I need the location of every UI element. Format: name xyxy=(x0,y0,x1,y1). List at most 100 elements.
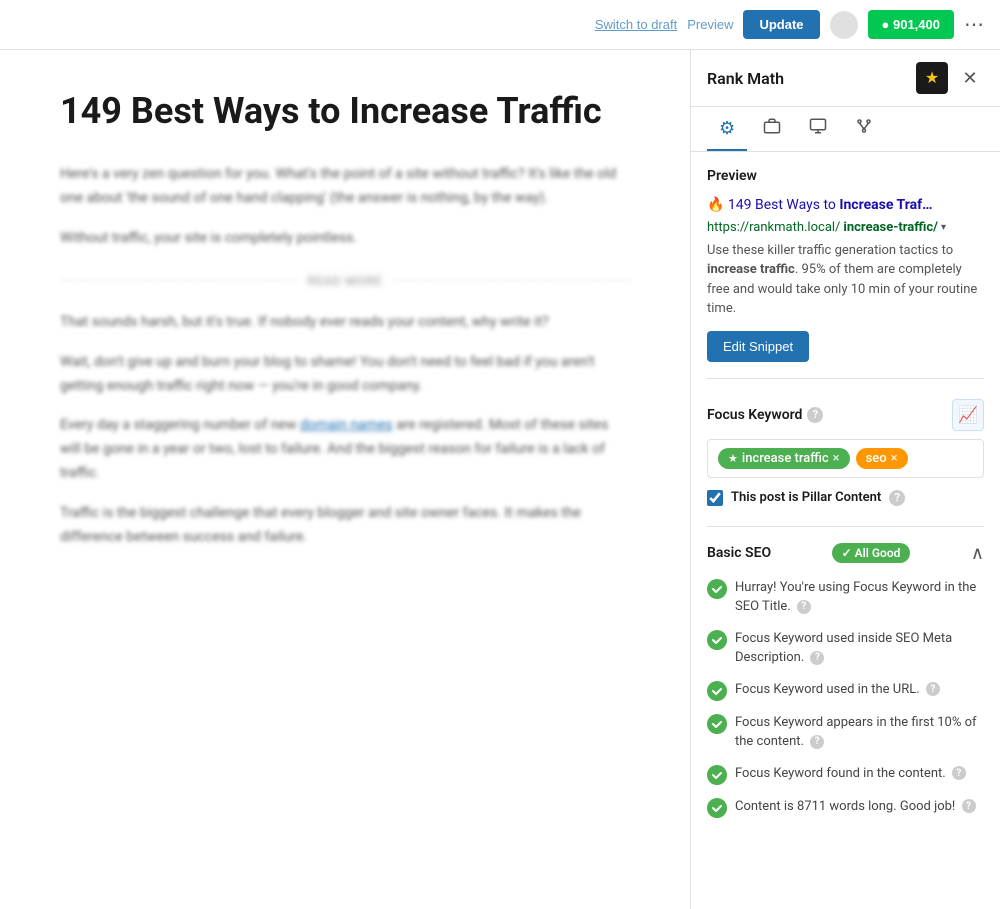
editor-area: 149 Best Ways to Increase Traffic Here's… xyxy=(0,50,690,909)
keyword-tag-text: increase traffic xyxy=(742,451,829,466)
keyword-tag-increase-traffic: ★ increase traffic × xyxy=(718,448,850,469)
chevron-up-icon: ∧ xyxy=(971,543,984,563)
keyword-remove-seo[interactable]: × xyxy=(891,451,898,466)
branch-icon xyxy=(855,119,873,139)
publish-button[interactable]: ● 901,400 xyxy=(868,10,954,39)
domain-names-link[interactable]: domain names xyxy=(300,417,393,433)
star-icon-small: ★ xyxy=(728,452,738,465)
divider-line-left xyxy=(60,280,296,281)
preview-url: https://rankmath.local/increase-traffic/… xyxy=(707,220,984,235)
preview-box: 🔥 149 Best Ways to Increase Traf… https:… xyxy=(707,196,984,362)
body-paragraph-4: Wait, don't give up and burn your blog t… xyxy=(60,351,630,399)
preview-button[interactable]: Preview xyxy=(687,17,733,32)
preview-section-title: Preview xyxy=(707,168,984,184)
pillar-content-help-icon[interactable]: ? xyxy=(889,490,905,506)
seo-check-help-5[interactable]: ? xyxy=(952,766,966,780)
tab-general[interactable]: ⚙ xyxy=(707,108,747,151)
check-icon-2 xyxy=(707,630,727,650)
star-button[interactable]: ★ xyxy=(916,62,948,94)
seo-check-2: Focus Keyword used inside SEO Meta Descr… xyxy=(707,629,984,668)
pillar-content-checkbox[interactable] xyxy=(707,490,723,506)
preview-title-start: 149 Best Ways to xyxy=(728,197,839,213)
publish-label: ● 901,400 xyxy=(882,17,940,32)
focus-keyword-help-icon[interactable]: ? xyxy=(807,407,823,423)
seo-check-1: Hurray! You're using Focus Keyword in th… xyxy=(707,578,984,617)
preview-title-bold: Increase Traf… xyxy=(839,197,932,213)
check-icon-4 xyxy=(707,714,727,734)
keyword-tag-seo: seo × xyxy=(856,448,908,469)
divider-2 xyxy=(707,526,984,527)
basic-seo-collapse-button[interactable]: ∧ xyxy=(971,543,984,564)
seo-check-6: Content is 8711 words long. Good job! ? xyxy=(707,797,984,818)
body-paragraph-1: Here's a very zen question for you. What… xyxy=(60,163,630,211)
seo-check-text-3: Focus Keyword used in the URL. ? xyxy=(735,680,984,700)
trend-icon: 📈 xyxy=(958,405,978,425)
seo-check-4: Focus Keyword appears in the first 10% o… xyxy=(707,713,984,752)
focus-keyword-text: Focus Keyword xyxy=(707,407,802,423)
check-icon-5 xyxy=(707,765,727,785)
all-good-badge: ✓ All Good xyxy=(832,543,911,563)
toolbar: Switch to draft Preview Update ● 901,400… xyxy=(0,0,1000,50)
star-icon: ★ xyxy=(925,68,939,88)
basic-seo-title: Basic SEO xyxy=(707,545,771,561)
tab-advanced[interactable] xyxy=(843,107,885,152)
tab-schema[interactable] xyxy=(797,107,839,152)
seo-check-help-2[interactable]: ? xyxy=(810,651,824,665)
seo-check-text-6: Content is 8711 words long. Good job! ? xyxy=(735,797,984,817)
seo-check-5: Focus Keyword found in the content. ? xyxy=(707,764,984,785)
focus-keyword-header: Focus Keyword ? 📈 xyxy=(707,399,984,431)
post-body: Here's a very zen question for you. What… xyxy=(60,163,630,549)
seo-check-3: Focus Keyword used in the URL. ? xyxy=(707,680,984,701)
chevron-down-icon[interactable]: ▾ xyxy=(941,222,946,233)
seo-check-help-1[interactable]: ? xyxy=(797,600,811,614)
tab-social[interactable] xyxy=(751,107,793,152)
more-options-button[interactable]: ⋯ xyxy=(964,15,984,35)
edit-snippet-button[interactable]: Edit Snippet xyxy=(707,331,809,362)
check-icon-3 xyxy=(707,681,727,701)
switch-to-draft-button[interactable]: Switch to draft xyxy=(595,17,677,32)
keyword-remove-increase-traffic[interactable]: × xyxy=(833,451,840,466)
body-paragraph-3: That sounds harsh, but it's true. If nob… xyxy=(60,311,630,335)
body-paragraph-5: Every day a staggering number of new dom… xyxy=(60,414,630,485)
divider-line-right xyxy=(394,280,630,281)
seo-check-help-4[interactable]: ? xyxy=(810,735,824,749)
preview-desc-normal1: Use these killer traffic generation tact… xyxy=(707,243,953,258)
seo-check-text-2: Focus Keyword used inside SEO Meta Descr… xyxy=(735,629,984,668)
body-paragraph-6: Traffic is the biggest challenge that ev… xyxy=(60,502,630,550)
preview-url-bold: increase-traffic/ xyxy=(843,220,938,235)
preview-description: Use these killer traffic generation tact… xyxy=(707,241,984,319)
trend-button[interactable]: 📈 xyxy=(952,399,984,431)
rankmath-sidebar: Rank Math ★ ✕ ⚙ xyxy=(690,50,1000,909)
pillar-content-label: This post is Pillar Content xyxy=(731,490,881,505)
avatar-button[interactable] xyxy=(830,11,858,39)
close-button[interactable]: ✕ xyxy=(956,64,984,92)
seo-check-help-6[interactable]: ? xyxy=(962,799,976,813)
seo-check-text-4: Focus Keyword appears in the first 10% o… xyxy=(735,713,984,752)
read-more-divider: READ MORE xyxy=(60,271,630,291)
seo-checks-list: Hurray! You're using Focus Keyword in th… xyxy=(707,578,984,818)
briefcase-icon xyxy=(763,119,781,139)
keyword-input-box[interactable]: ★ increase traffic × seo × xyxy=(707,439,984,478)
main-layout: 149 Best Ways to Increase Traffic Here's… xyxy=(0,50,1000,909)
sidebar-tabs: ⚙ xyxy=(691,107,1000,152)
post-title[interactable]: 149 Best Ways to Increase Traffic xyxy=(60,90,630,133)
all-good-badge-text: ✓ All Good xyxy=(842,546,901,560)
check-icon-1 xyxy=(707,579,727,599)
monitor-icon xyxy=(809,119,827,139)
close-icon: ✕ xyxy=(962,68,977,89)
keyword-tag-seo-text: seo xyxy=(866,451,887,466)
preview-desc-bold: increase traffic xyxy=(707,262,795,277)
seo-check-text-5: Focus Keyword found in the content. ? xyxy=(735,764,984,784)
basic-seo-header: Basic SEO ✓ All Good ∧ xyxy=(707,543,984,564)
pillar-content-row: This post is Pillar Content ? xyxy=(707,490,984,506)
preview-post-title: 🔥 149 Best Ways to Increase Traf… xyxy=(707,196,984,216)
seo-check-help-3[interactable]: ? xyxy=(926,682,940,696)
sidebar-header-actions: ★ ✕ xyxy=(916,62,984,94)
sidebar-title: Rank Math xyxy=(707,69,784,88)
check-icon-6 xyxy=(707,798,727,818)
divider-1 xyxy=(707,378,984,379)
gear-icon: ⚙ xyxy=(719,118,735,138)
fire-emoji: 🔥 xyxy=(707,197,724,213)
body-paragraph-2: Without traffic, your site is completely… xyxy=(60,227,630,251)
update-button[interactable]: Update xyxy=(743,10,819,39)
